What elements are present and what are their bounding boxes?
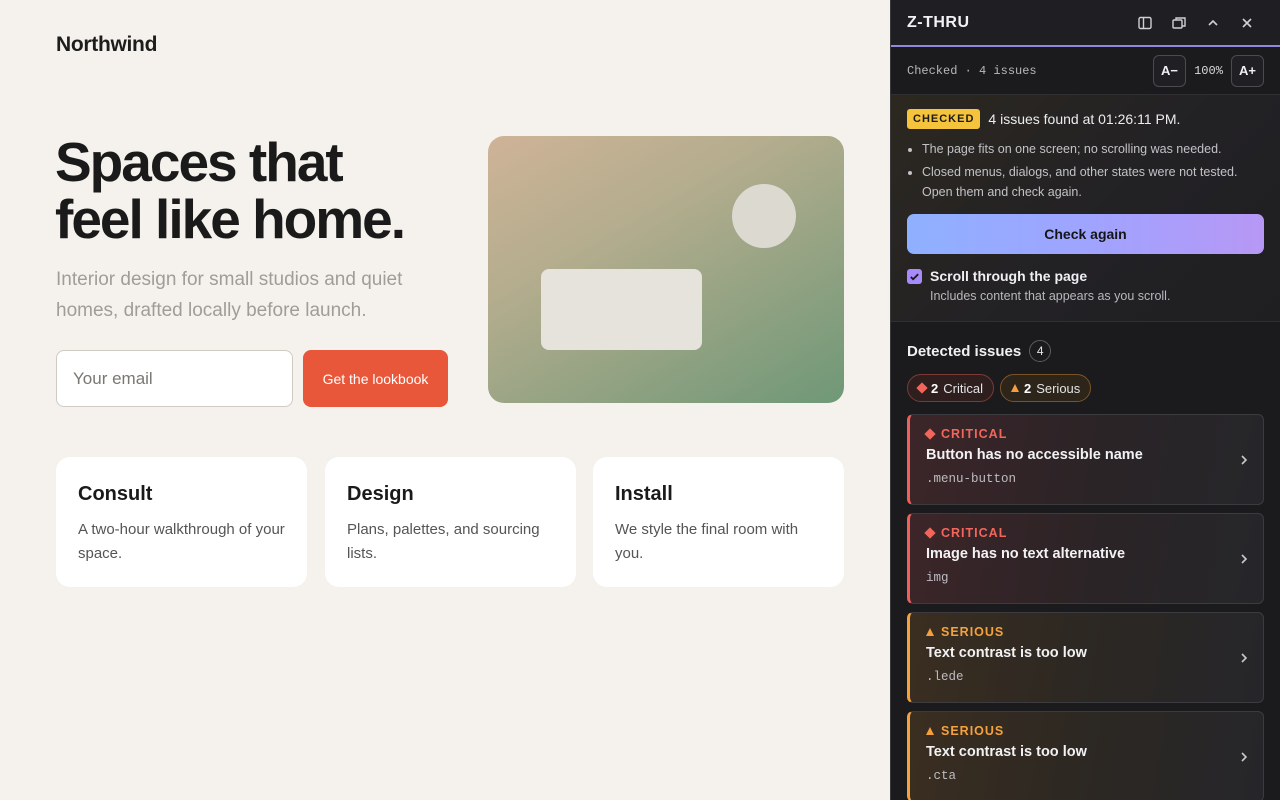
serious-label: Serious [1036,380,1081,396]
issue-severity: CRITICAL [941,427,1008,441]
scroll-option-label: Scroll through the page [930,268,1088,284]
service-card-design: Design Plans, palettes, and sourcing lis… [325,457,576,587]
critical-diamond-icon [916,382,928,394]
check-again-button[interactable]: Check again [907,214,1264,254]
issue-card[interactable]: SERIOUS Text contrast is too low .cta [907,711,1264,800]
checked-badge: CHECKED [907,109,981,129]
chevron-up-icon[interactable] [1196,6,1230,40]
zoom-out-button[interactable]: A− [1153,54,1186,87]
serious-triangle-icon [1010,384,1019,392]
issue-card[interactable]: CRITICAL Button has no accessible name .… [907,414,1264,505]
detected-issues-section: Detected issues 4 2 Critical 2 Serious C… [891,322,1280,800]
zthru-panel: Z-THRU Checked · 4 issues A− 100% A+ CHE… [890,0,1280,800]
website: Northwind Spaces that feel like home. In… [0,0,890,800]
issue-severity: CRITICAL [941,526,1008,540]
email-input[interactable] [56,350,293,407]
critical-diamond-icon [924,428,936,440]
issue-card[interactable]: SERIOUS Text contrast is too low .lede [907,612,1264,703]
zoom-in-button[interactable]: A+ [1231,54,1264,87]
issue-title: Text contrast is too low [926,744,1087,760]
issue-selector: img [926,571,949,585]
check-status: Checked · 4 issues [907,63,1037,78]
scroll-option[interactable]: Scroll through the page Includes content… [907,268,1264,303]
issue-title: Button has no accessible name [926,447,1143,463]
card-description: A two-hour walkthrough of your space. [78,521,285,562]
service-card-install: Install We style the final room with you… [593,457,844,587]
close-icon[interactable] [1230,6,1264,40]
issue-severity: SERIOUS [941,625,1005,639]
issue-selector: .cta [926,769,957,783]
panel-status-bar: Checked · 4 issues A− 100% A+ [891,47,1280,95]
scroll-checkbox[interactable] [907,269,922,284]
critical-diamond-icon [924,527,936,539]
card-title: Install [615,483,673,505]
serious-triangle-icon [926,628,934,636]
hero-lede: Interior design for small studios and qu… [56,269,403,321]
issue-title: Image has no text alternative [926,546,1126,562]
summary-note: The page fits on one screen; no scrollin… [922,139,1264,159]
chevron-right-icon [1241,653,1248,663]
hero-title-line-2: feel like home. [55,188,406,250]
critical-count: 2 [931,380,939,396]
get-lookbook-button[interactable]: Get the lookbook [303,350,448,407]
chevron-right-icon [1241,455,1248,465]
panel-header: Z-THRU [891,0,1280,47]
service-card-consult: Consult A two-hour walkthrough of your s… [56,457,307,587]
issue-selector: .menu-button [926,472,1017,486]
site-logo[interactable]: Northwind [56,33,157,57]
scroll-option-description: Includes content that appears as you scr… [930,289,1171,303]
filter-chip-critical[interactable]: 2 Critical [907,374,994,402]
panel-title: Z-THRU [907,13,970,31]
hero-image-circle [732,184,796,248]
filter-chip-serious[interactable]: 2 Serious [999,374,1092,402]
issue-card[interactable]: CRITICAL Image has no text alternative i… [907,513,1264,604]
summary-note: Closed menus, dialogs, and other states … [922,162,1264,202]
card-description: We style the final room with you. [615,521,799,562]
hero-title-line-1: Spaces that [55,131,344,193]
summary-notes: The page fits on one screen; no scrollin… [907,139,1264,202]
hero-image-rectangle [541,269,702,350]
check-summary: CHECKED 4 issues found at 01:26:11 PM. T… [891,95,1280,322]
issues-count-badge: 4 [1029,340,1052,362]
hero-title: Spaces that feel like home. [55,134,475,248]
serious-triangle-icon [926,727,934,735]
issue-selector: .lede [926,670,964,684]
hero-image [488,136,844,403]
critical-label: Critical [943,380,983,396]
card-title: Design [347,483,414,505]
issue-severity: SERIOUS [941,724,1005,738]
card-title: Consult [78,483,153,505]
chevron-right-icon [1241,752,1248,762]
issue-title: Text contrast is too low [926,645,1087,661]
zoom-level: 100% [1194,63,1223,78]
sidebar-icon[interactable] [1128,6,1162,40]
serious-count: 2 [1023,380,1032,396]
popout-icon[interactable] [1162,6,1196,40]
summary-text: 4 issues found at 01:26:11 PM. [988,111,1181,127]
chevron-right-icon [1241,554,1248,564]
card-description: Plans, palettes, and sourcing lists. [347,521,540,562]
issues-title: Detected issues [907,342,1022,360]
